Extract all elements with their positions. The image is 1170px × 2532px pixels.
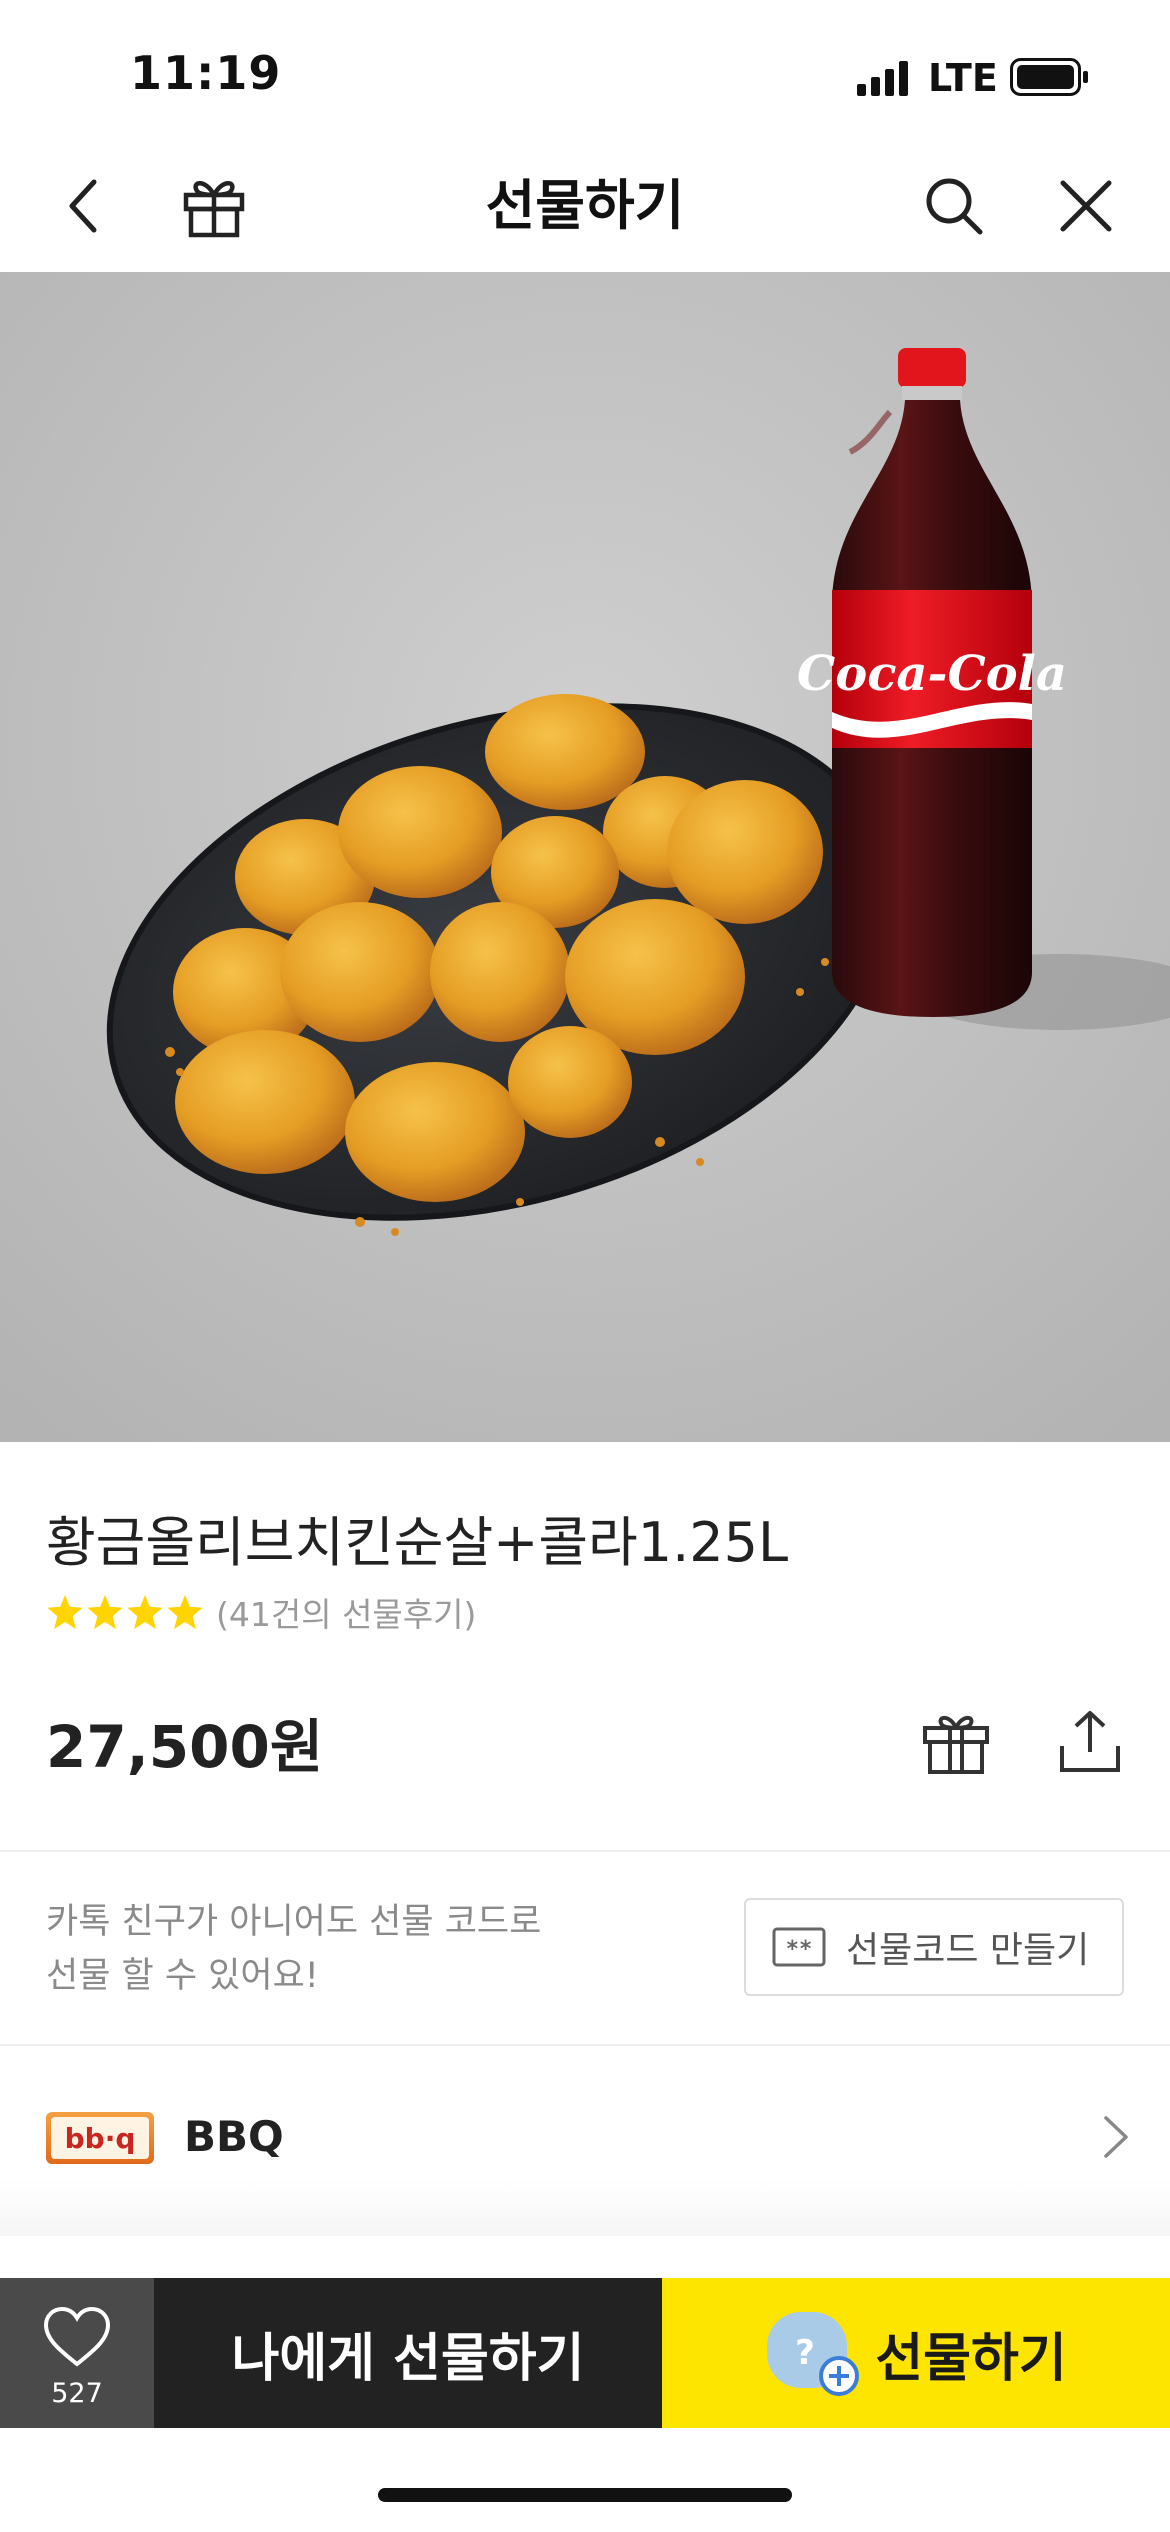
share-icon: [1060, 1711, 1120, 1772]
price: 27,500원: [46, 1713, 324, 1781]
page-title: 선물하기: [485, 174, 685, 237]
gift-button[interactable]: ? 선물하기: [662, 2278, 1170, 2428]
gift-box-icon: [923, 1715, 989, 1774]
product-name: 황금올리브치킨순살+콜라1.25L: [46, 1511, 789, 1574]
rating-row[interactable]: (41건의 선물후기): [46, 1588, 476, 1636]
heart-icon: [43, 2306, 111, 2367]
search-button[interactable]: [918, 170, 990, 242]
share-button[interactable]: [1050, 1702, 1130, 1782]
bottom-action-bar: 527 나에게 선물하기 ? 선물하기: [0, 2278, 1170, 2428]
svg-text:**: **: [786, 1937, 813, 1962]
close-icon: [1060, 180, 1112, 232]
like-button[interactable]: 527: [0, 2278, 154, 2428]
star-icon: [87, 1594, 123, 1630]
create-gift-code-label: 선물코드 만들기: [846, 1930, 1090, 1971]
chevron-right-icon: [1104, 2116, 1128, 2158]
gift-code-description-line1: 카톡 친구가 아니어도 선물 코드로: [46, 1902, 542, 1942]
friend-add-icon: ?: [767, 2312, 860, 2396]
search-icon: [926, 178, 983, 235]
battery-icon: [1010, 58, 1088, 96]
review-count: (41건의 선물후기): [216, 1595, 477, 1634]
product-image[interactable]: Coca-Cola: [0, 272, 1170, 1442]
gift-code-description-line2: 선물 할 수 있어요!: [46, 1956, 319, 1996]
network-type: LTE: [928, 56, 998, 100]
brand-name: BBQ: [184, 2112, 284, 2161]
svg-text:?: ?: [795, 2333, 815, 2373]
home-indicator[interactable]: [378, 2488, 792, 2502]
gift-code-description: 카톡 친구가 아니어도 선물 코드로 선물 할 수 있어요!: [46, 1895, 541, 2003]
nav-header: 선물하기: [0, 140, 1170, 272]
product-photo: Coca-Cola: [0, 272, 1170, 1442]
like-count: 527: [51, 2378, 103, 2409]
star-icon: [127, 1594, 163, 1630]
star-icon: [167, 1594, 203, 1630]
create-gift-code-button[interactable]: ** 선물코드 만들기: [744, 1898, 1124, 1996]
brand-logo-text: bb·q: [51, 2117, 149, 2159]
divider: [0, 1850, 1170, 1852]
gift-to-self-label: 나에게 선물하기: [231, 2328, 585, 2389]
brand-row[interactable]: bb·q BBQ: [0, 2046, 1170, 2236]
status-time: 11:19: [130, 46, 282, 100]
brand-logo: bb·q: [46, 2112, 154, 2164]
status-bar: 11:19 LTE: [0, 0, 1170, 140]
star-icon: [47, 1594, 83, 1630]
signal-icon: [857, 61, 908, 96]
gift-wrap-button[interactable]: [916, 1702, 996, 1782]
svg-text:Coca-Cola: Coca-Cola: [797, 646, 1067, 702]
gift-button-label: 선물하기: [875, 2328, 1067, 2389]
gift-to-self-button[interactable]: 나에게 선물하기: [154, 2278, 662, 2428]
close-button[interactable]: [1050, 170, 1122, 242]
code-ticket-icon: **: [772, 1927, 826, 1967]
star-rating: [46, 1593, 204, 1631]
